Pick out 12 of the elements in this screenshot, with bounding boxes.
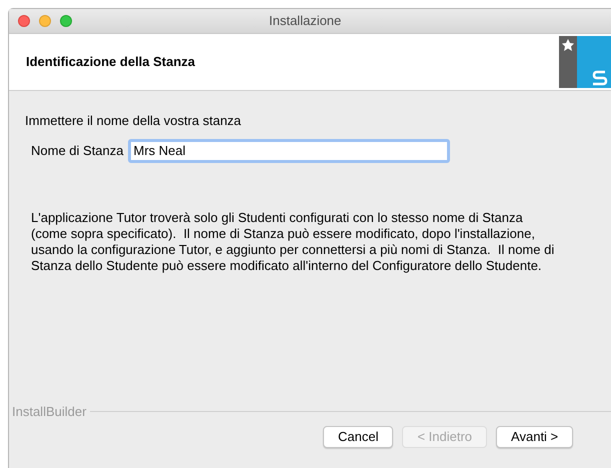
wizard-button[interactable]: Avanti > — [496, 426, 574, 448]
prompt-text: Immettere il nome della vostra stanza — [25, 112, 242, 130]
room-name-field[interactable]: Mrs Neal — [128, 138, 450, 162]
description-text: L'applicazione Tutor troverà solo gli Studenti configurati con lo stesso nome di Stanza (come sopra specificato). Il nome di Stanza può essere modificato, dopo l'installazione, usando la configurazione Tutor, e aggiunto per connettersi a più nomi di Stanza. Il nome di Stanza dello Studente può essere modificato all'interno del Configuratore dello Studente. — [31, 210, 556, 274]
wizard-button[interactable]: Cancel — [323, 426, 394, 448]
zoom-icon[interactable] — [60, 15, 72, 27]
header-title: Identificazione della Stanza — [26, 53, 196, 72]
window-title: Installazione — [269, 12, 342, 30]
brand-label: InstallBuilder — [11, 402, 86, 420]
field-label: Nome di Stanza — [31, 142, 124, 160]
minimize-icon[interactable] — [39, 15, 51, 27]
close-icon[interactable] — [18, 15, 30, 27]
